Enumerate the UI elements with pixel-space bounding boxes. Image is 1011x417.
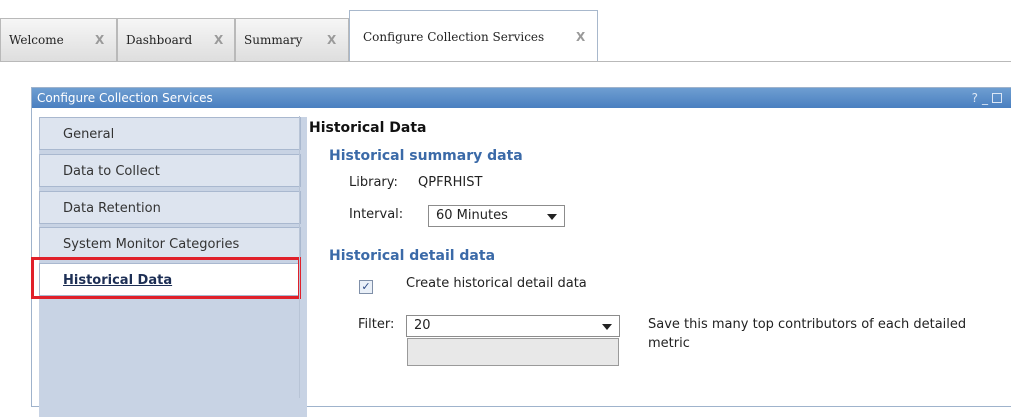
library-value: QPFRHIST (418, 175, 483, 190)
historical-data-panel: Historical Data Historical summary data … (299, 116, 1011, 398)
portlet-title: Configure Collection Services (37, 91, 213, 105)
tab-configure-collection-services[interactable]: Configure Collection Services X (349, 10, 598, 62)
sidebar-item-label: General (63, 127, 115, 142)
sidebar-nav: General Data to Collect Data Retention S… (39, 117, 307, 417)
tab-dashboard-close-icon[interactable]: X (214, 33, 223, 47)
tab-dashboard[interactable]: Dashboard X (117, 18, 235, 61)
sidebar-item-historical-data[interactable]: Historical Data (39, 263, 301, 296)
tab-summary-close-icon[interactable]: X (327, 33, 336, 47)
maximize-icon[interactable] (992, 93, 1002, 103)
tab-configure-close-icon[interactable]: X (576, 30, 585, 44)
historical-summary-heading: Historical summary data (329, 148, 523, 164)
tab-summary[interactable]: Summary X (235, 18, 349, 61)
tab-welcome-close-icon[interactable]: X (95, 33, 104, 47)
sidebar-item-general[interactable]: General (39, 117, 301, 150)
sidebar-item-label: Data Retention (63, 201, 161, 216)
portlet-window-controls: ? _ (972, 88, 1002, 108)
tab-summary-label: Summary (244, 33, 303, 47)
create-historical-detail-label: Create historical detail data (406, 276, 587, 291)
tab-bar-divider (0, 61, 1011, 62)
filter-text-field[interactable] (407, 338, 619, 366)
sidebar-item-label: System Monitor Categories (63, 237, 240, 252)
content-divider (299, 116, 300, 398)
tab-welcome[interactable]: Welcome X (0, 18, 117, 61)
interval-dropdown-value: 60 Minutes (436, 208, 508, 223)
tab-configure-label: Configure Collection Services (363, 29, 545, 44)
portlet-title-bar: Configure Collection Services ? _ (32, 88, 1011, 108)
interval-dropdown[interactable]: 60 Minutes (428, 205, 565, 227)
interval-label: Interval: (349, 207, 404, 222)
library-label: Library: (349, 175, 398, 190)
filter-label: Filter: (358, 317, 395, 332)
sidebar-item-label: Historical Data (63, 273, 173, 288)
sidebar-item-data-retention[interactable]: Data Retention (39, 191, 301, 224)
minimize-icon[interactable]: _ (982, 88, 988, 108)
chevron-down-icon (602, 324, 612, 330)
tab-dashboard-label: Dashboard (126, 33, 193, 47)
page-title: Historical Data (309, 120, 427, 136)
tab-welcome-label: Welcome (9, 33, 64, 47)
sidebar-item-system-monitor-categories[interactable]: System Monitor Categories (39, 227, 301, 260)
filter-help-text: Save this many top contributors of each … (648, 317, 967, 351)
chevron-down-icon (547, 214, 557, 220)
create-historical-detail-checkbox[interactable]: ✓ (359, 280, 373, 294)
help-icon[interactable]: ? (972, 88, 978, 108)
filter-dropdown-value: 20 (414, 318, 431, 333)
sidebar-item-data-to-collect[interactable]: Data to Collect (39, 154, 301, 187)
filter-dropdown[interactable]: 20 (406, 315, 620, 337)
historical-detail-heading: Historical detail data (329, 248, 496, 264)
tab-bar: Welcome X Dashboard X Summary X Configur… (0, 0, 1011, 62)
sidebar-item-label: Data to Collect (63, 164, 160, 179)
